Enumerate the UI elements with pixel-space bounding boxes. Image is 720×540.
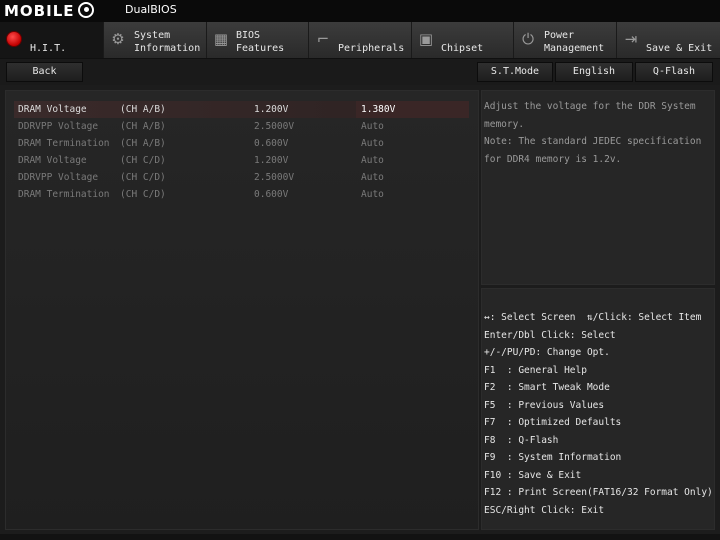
- key-hint: F7 : Optimized Defaults: [484, 417, 622, 428]
- setting-current-value: 1.200V: [254, 104, 289, 115]
- qflash-button[interactable]: Q-Flash: [635, 62, 713, 82]
- tab-bios-features[interactable]: ▦ BIOS Features: [206, 22, 308, 58]
- main-tab-bar: H.I.T. ⚙ System Information ▦ BIOS Featu…: [0, 22, 720, 59]
- setting-value[interactable]: 1.380V: [361, 101, 395, 118]
- setting-value[interactable]: Auto: [361, 135, 384, 152]
- setting-channel: (CH C/D): [120, 189, 166, 200]
- key-hint: F2 : Smart Tweak Mode: [484, 382, 610, 393]
- key-hint: F12 : Print Screen(FAT16/32 Format Only): [484, 487, 713, 498]
- help-line: memory.: [484, 119, 525, 130]
- tab-chipset[interactable]: ▣ Chipset: [411, 22, 513, 58]
- setting-current-value: 0.600V: [254, 138, 289, 149]
- tab-peripherals[interactable]: ⌐ Peripherals: [308, 22, 411, 58]
- help-panel: Adjust the voltage for the DDR System me…: [481, 90, 715, 285]
- setting-name: DRAM Termination: [18, 138, 110, 149]
- setting-current-value: 2.5000V: [254, 121, 295, 132]
- setting-channel: (CH A/B): [120, 104, 166, 115]
- setting-channel: (CH A/B): [120, 138, 166, 149]
- tab-chipset-label: Chipset: [441, 43, 484, 54]
- setting-row-dram-voltage-ab[interactable]: DRAM Voltage (CH A/B) 1.200V 1.380V: [14, 101, 469, 118]
- tab-power-management-label: Power Management: [544, 30, 605, 54]
- setting-name: DRAM Voltage: [18, 155, 87, 166]
- tab-hit-label: H.I.T.: [30, 43, 67, 54]
- setting-value[interactable]: Auto: [361, 186, 384, 203]
- gear-icon: ⚙: [111, 30, 125, 48]
- key-legend-panel: ↔: Select Screen ⇅/Click: Select Item En…: [481, 288, 715, 530]
- tab-peripherals-label: Peripherals: [338, 43, 405, 54]
- tab-hit[interactable]: H.I.T.: [0, 22, 103, 58]
- help-line: Adjust the voltage for the DDR System: [484, 101, 696, 112]
- hit-red-icon: [6, 31, 22, 47]
- sub-toolbar: Back S.T.Mode English Q-Flash: [0, 59, 720, 85]
- key-hint: F8 : Q-Flash: [484, 435, 559, 446]
- setting-current-value: 1.200V: [254, 155, 289, 166]
- key-hint: +/-/PU/PD: Change Opt.: [484, 347, 610, 358]
- chipset-icon: ▣: [418, 30, 434, 48]
- setting-current-value: 0.600V: [254, 189, 289, 200]
- setting-channel: (CH C/D): [120, 172, 166, 183]
- setting-value[interactable]: Auto: [361, 152, 384, 169]
- setting-value[interactable]: Auto: [361, 118, 384, 135]
- key-hint: ↔: Select Screen ⇅/Click: Select Item: [484, 312, 702, 323]
- setting-channel: (CH A/B): [120, 121, 166, 132]
- setting-row-dram-termination-ab[interactable]: DRAM Termination (CH A/B) 0.600V Auto: [14, 135, 469, 152]
- brand-logo: MOBILE: [4, 2, 94, 20]
- brand-emblem-icon: [77, 2, 94, 18]
- setting-channel: (CH C/D): [120, 155, 166, 166]
- setting-name: DRAM Voltage: [18, 104, 87, 115]
- tab-save-exit-label: Save & Exit: [646, 43, 713, 54]
- help-line: Note: The standard JEDEC specification: [484, 136, 702, 147]
- setting-row-dram-termination-cd[interactable]: DRAM Termination (CH C/D) 0.600V Auto: [14, 186, 469, 203]
- bios-features-icon: ▦: [213, 30, 229, 48]
- setting-name: DDRVPP Voltage: [18, 121, 99, 132]
- bottom-status-strip: [0, 534, 720, 540]
- st-mode-button[interactable]: S.T.Mode: [477, 62, 553, 82]
- dualbios-label: DualBIOS: [125, 3, 177, 16]
- brand-bar: MOBILE DualBIOS: [0, 0, 720, 22]
- key-hint: F9 : System Information: [484, 452, 622, 463]
- key-hint: F10 : Save & Exit: [484, 470, 582, 481]
- setting-row-ddrvpp-voltage-ab[interactable]: DDRVPP Voltage (CH A/B) 2.5000V Auto: [14, 118, 469, 135]
- key-hint: ESC/Right Click: Exit: [484, 505, 605, 516]
- setting-value[interactable]: Auto: [361, 169, 384, 186]
- brand-logo-text: MOBILE: [4, 2, 75, 20]
- setting-current-value: 2.5000V: [254, 172, 295, 183]
- language-button[interactable]: English: [555, 62, 633, 82]
- key-hint: F5 : Previous Values: [484, 400, 605, 411]
- help-line: for DDR4 memory is 1.2v.: [484, 154, 622, 165]
- power-icon: ⏻: [522, 30, 534, 48]
- key-hint: F1 : General Help: [484, 365, 587, 376]
- peripherals-icon: ⌐: [316, 30, 330, 48]
- exit-icon: ⇥: [624, 30, 638, 48]
- tab-save-exit[interactable]: ⇥ Save & Exit: [616, 22, 720, 58]
- setting-row-dram-voltage-cd[interactable]: DRAM Voltage (CH C/D) 1.200V Auto: [14, 152, 469, 169]
- back-button[interactable]: Back: [6, 62, 83, 82]
- tab-bios-features-label: BIOS Features: [236, 30, 285, 54]
- setting-name: DDRVPP Voltage: [18, 172, 99, 183]
- setting-name: DRAM Termination: [18, 189, 110, 200]
- tab-system-information[interactable]: ⚙ System Information: [103, 22, 206, 58]
- tab-system-information-label: System Information: [134, 30, 201, 54]
- tab-power-management[interactable]: ⏻ Power Management: [513, 22, 616, 58]
- settings-panel: DRAM Voltage (CH A/B) 1.200V 1.380V DDRV…: [5, 90, 479, 530]
- setting-row-ddrvpp-voltage-cd[interactable]: DDRVPP Voltage (CH C/D) 2.5000V Auto: [14, 169, 469, 186]
- key-hint: Enter/Dbl Click: Select: [484, 330, 616, 341]
